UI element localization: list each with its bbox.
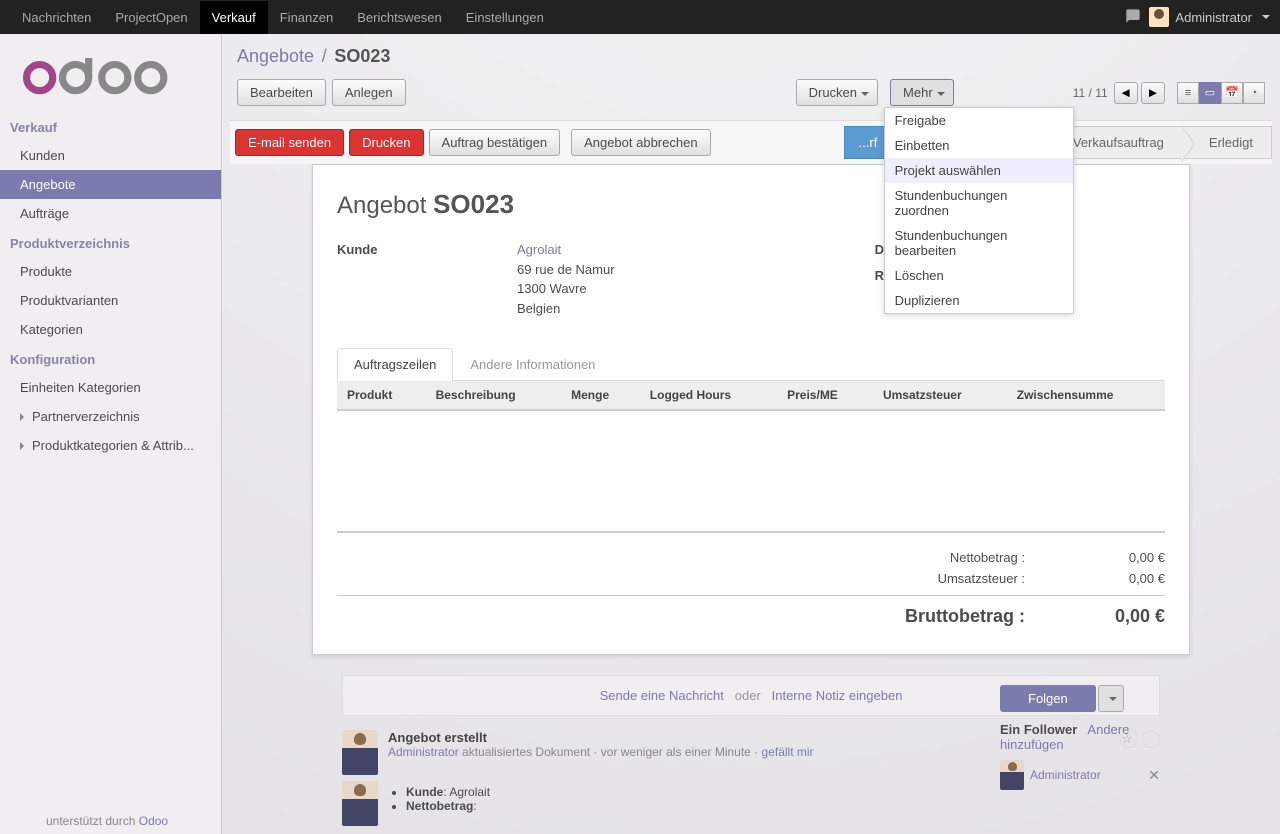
dropdown-item-stundenbuchungen-bearbeiten[interactable]: Stundenbuchungen bearbeiten	[885, 223, 1073, 263]
send-email-button[interactable]: E-mail senden	[235, 129, 344, 156]
section-produktverzeichnis[interactable]: Produktverzeichnis	[0, 228, 221, 257]
breadcrumb-root[interactable]: Angebote	[237, 46, 314, 66]
tax-value: 0,00 €	[1065, 571, 1165, 586]
pager-count: 11 / 11	[1073, 86, 1108, 100]
menu-berichtswesen[interactable]: Berichtswesen	[345, 1, 454, 34]
follow-dropdown-button[interactable]	[1098, 685, 1124, 712]
customer-city: 1300 Wavre	[517, 281, 587, 296]
content: Angebote / SO023 Bearbeiten Anlegen Druc…	[222, 34, 1280, 834]
customer-country: Belgien	[517, 301, 560, 316]
log-note-link[interactable]: Interne Notiz eingeben	[772, 688, 903, 703]
col-beschreibung[interactable]: Beschreibung	[426, 381, 562, 410]
customer-street: 69 rue de Namur	[517, 262, 615, 277]
user-menu[interactable]: Administrator	[1149, 7, 1270, 27]
section-verkauf[interactable]: Verkauf	[0, 112, 221, 141]
sidebar-item-auftraege[interactable]: Aufträge	[0, 199, 221, 228]
print-dropdown-button[interactable]: Drucken	[796, 79, 878, 106]
sidebar-item-kategorien[interactable]: Kategorien	[0, 315, 221, 344]
sidebar-item-angebote[interactable]: Angebote	[0, 170, 221, 199]
changelog-item: Nettobetrag:	[406, 799, 1160, 813]
lines-table: Produkt Beschreibung Menge Logged Hours …	[337, 381, 1165, 411]
caret-down-icon	[937, 92, 945, 96]
gross-label: Bruttobetrag :	[865, 606, 1025, 627]
breadcrumb-current: SO023	[334, 46, 390, 66]
tax-label: Umsatzsteuer :	[865, 571, 1025, 586]
follow-button[interactable]: Folgen	[1000, 685, 1096, 712]
tab-auftragszeilen[interactable]: Auftragszeilen	[337, 348, 453, 381]
cancel-quote-button[interactable]: Angebot abbrechen	[571, 129, 710, 156]
star-icon[interactable]: ☆	[1120, 730, 1138, 748]
follower-count: Ein Follower	[1000, 722, 1077, 737]
sidebar-item-produktkategorien-attrib[interactable]: Produktkategorien & Attrib...	[0, 431, 221, 460]
msg-author-link[interactable]: Administrator	[388, 745, 459, 759]
view-switcher: ≡ ▭ 📅 ◔	[1177, 82, 1265, 104]
like-link[interactable]: gefällt mir	[762, 745, 814, 759]
topbar: Nachrichten ProjectOpen Verkauf Finanzen…	[0, 0, 1280, 34]
logo	[0, 34, 221, 112]
stage-erledigt[interactable]: Erledigt	[1182, 126, 1272, 159]
dropdown-item-projekt-auswaehlen[interactable]: Projekt auswählen	[885, 158, 1073, 183]
menu-finanzen[interactable]: Finanzen	[268, 1, 345, 34]
net-label: Nettobetrag :	[865, 550, 1025, 565]
menu-nachrichten[interactable]: Nachrichten	[10, 1, 103, 34]
edit-button[interactable]: Bearbeiten	[237, 79, 326, 106]
net-value: 0,00 €	[1065, 550, 1165, 565]
dropdown-item-freigabe[interactable]: Freigabe	[885, 108, 1073, 133]
view-form-button[interactable]: ▭	[1199, 82, 1221, 104]
sidebar-item-produktvarianten[interactable]: Produktvarianten	[0, 286, 221, 315]
odoo-link[interactable]: Odoo	[139, 814, 168, 828]
menu-einstellungen[interactable]: Einstellungen	[454, 1, 556, 34]
menu-projectopen[interactable]: ProjectOpen	[103, 1, 199, 34]
follower-avatar-icon	[1000, 760, 1024, 790]
col-preis[interactable]: Preis/ME	[777, 381, 873, 410]
customer-link[interactable]: Agrolait	[517, 242, 561, 257]
caret-icon	[20, 413, 24, 421]
col-umsatzsteuer[interactable]: Umsatzsteuer	[873, 381, 1007, 410]
tab-andere-info[interactable]: Andere Informationen	[453, 348, 612, 380]
sidebar-item-partnerverzeichnis[interactable]: Partnerverzeichnis	[0, 402, 221, 431]
chat-icon[interactable]	[1125, 8, 1141, 27]
caret-down-icon	[861, 92, 869, 96]
col-logged-hours[interactable]: Logged Hours	[640, 381, 777, 410]
col-produkt[interactable]: Produkt	[337, 381, 426, 410]
dropdown-item-loeschen[interactable]: Löschen	[885, 263, 1073, 288]
chatter: Sende eine Nachricht oder Interne Notiz …	[312, 675, 1190, 834]
pager: 11 / 11 ◄ ► ≡ ▭ 📅 ◔	[1073, 82, 1265, 104]
confirm-order-button[interactable]: Auftrag bestätigen	[429, 129, 561, 156]
customer-label: Kunde	[337, 240, 397, 260]
more-dropdown-menu: Freigabe Einbetten Projekt auswählen Stu…	[884, 107, 1074, 314]
view-list-button[interactable]: ≡	[1177, 82, 1199, 104]
user-avatar-icon	[1149, 7, 1169, 27]
pager-prev-button[interactable]: ◄	[1114, 82, 1138, 104]
toolbar: Bearbeiten Anlegen Drucken Mehr Freigabe…	[222, 73, 1280, 120]
totals: Nettobetrag : 0,00 € Umsatzsteuer : 0,00 €…	[337, 531, 1165, 630]
print-button[interactable]: Drucken	[349, 129, 423, 156]
gross-value: 0,00 €	[1065, 606, 1165, 627]
powered-by: unterstützt durch Odoo	[46, 814, 168, 828]
view-calendar-button[interactable]: 📅	[1221, 82, 1243, 104]
view-graph-button[interactable]: ◔	[1243, 82, 1265, 104]
author-avatar-icon	[342, 781, 378, 826]
create-button[interactable]: Anlegen	[332, 79, 406, 106]
author-avatar-icon	[342, 730, 378, 775]
sidebar-item-kunden[interactable]: Kunden	[0, 141, 221, 170]
send-message-link[interactable]: Sende eine Nachricht	[600, 688, 724, 703]
col-menge[interactable]: Menge	[561, 381, 640, 410]
sidebar-item-produkte[interactable]: Produkte	[0, 257, 221, 286]
pager-next-button[interactable]: ►	[1141, 82, 1165, 104]
dropdown-item-stundenbuchungen-zuordnen[interactable]: Stundenbuchungen zuordnen	[885, 183, 1073, 223]
dropdown-item-duplizieren[interactable]: Duplizieren	[885, 288, 1073, 313]
dropdown-item-einbetten[interactable]: Einbetten	[885, 133, 1073, 158]
more-dropdown-button[interactable]: Mehr	[890, 79, 954, 106]
section-konfiguration[interactable]: Konfiguration	[0, 344, 221, 373]
sidebar-item-einheiten-kategorien[interactable]: Einheiten Kategorien	[0, 373, 221, 402]
sidebar: Verkauf Kunden Angebote Aufträge Produkt…	[0, 34, 222, 834]
statusbar: E-mail senden Drucken Auftrag bestätigen…	[230, 120, 1272, 164]
caret-icon	[20, 442, 24, 450]
tabs: Auftragszeilen Andere Informationen	[337, 348, 1165, 381]
reply-icon[interactable]	[1142, 730, 1160, 748]
breadcrumb: Angebote / SO023	[222, 34, 1280, 73]
menu-verkauf[interactable]: Verkauf	[200, 1, 268, 34]
col-zwischensumme[interactable]: Zwischensumme	[1007, 381, 1165, 410]
